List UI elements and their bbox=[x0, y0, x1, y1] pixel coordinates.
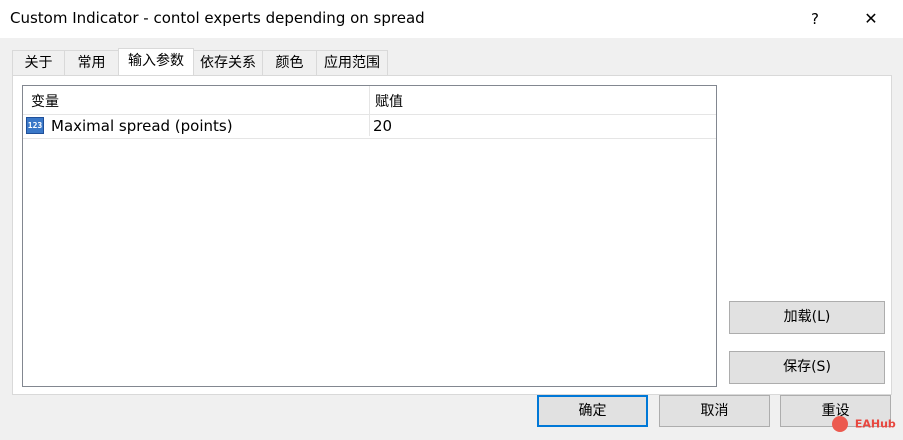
table-row[interactable]: 123 Maximal spread (points) 20 bbox=[23, 114, 716, 139]
window-title: Custom Indicator - contol experts depend… bbox=[10, 9, 425, 27]
param-value[interactable]: 20 bbox=[373, 117, 392, 135]
close-button[interactable]: ✕ bbox=[856, 0, 886, 38]
ok-button[interactable]: 确定 bbox=[537, 395, 648, 427]
watermark: EAHub bbox=[832, 416, 896, 436]
title-bar: Custom Indicator - contol experts depend… bbox=[0, 0, 903, 38]
parameters-table: 变量 赋值 123 Maximal spread (points) 20 bbox=[22, 85, 717, 387]
column-header-value[interactable]: 赋值 bbox=[375, 91, 403, 111]
tab-inputs[interactable]: 输入参数 bbox=[118, 48, 194, 76]
cancel-button[interactable]: 取消 bbox=[659, 395, 770, 427]
tab-dependencies[interactable]: 依存关系 bbox=[193, 50, 263, 75]
tab-common[interactable]: 常用 bbox=[64, 50, 119, 75]
save-button[interactable]: 保存(S) bbox=[729, 351, 885, 384]
help-button[interactable]: ? bbox=[800, 0, 830, 38]
watermark-text: EAHub bbox=[854, 417, 896, 431]
tab-strip: 关于 常用 输入参数 依存关系 颜色 应用范围 bbox=[0, 48, 903, 76]
tab-about[interactable]: 关于 bbox=[12, 50, 65, 75]
tab-visualization[interactable]: 应用范围 bbox=[316, 50, 388, 75]
tab-colors[interactable]: 颜色 bbox=[262, 50, 317, 75]
column-header-variable[interactable]: 变量 bbox=[31, 91, 59, 111]
eahub-logo-icon bbox=[832, 416, 848, 432]
load-button[interactable]: 加载(L) bbox=[729, 301, 885, 334]
param-name: Maximal spread (points) bbox=[51, 117, 233, 135]
numeric-param-icon: 123 bbox=[26, 117, 44, 134]
